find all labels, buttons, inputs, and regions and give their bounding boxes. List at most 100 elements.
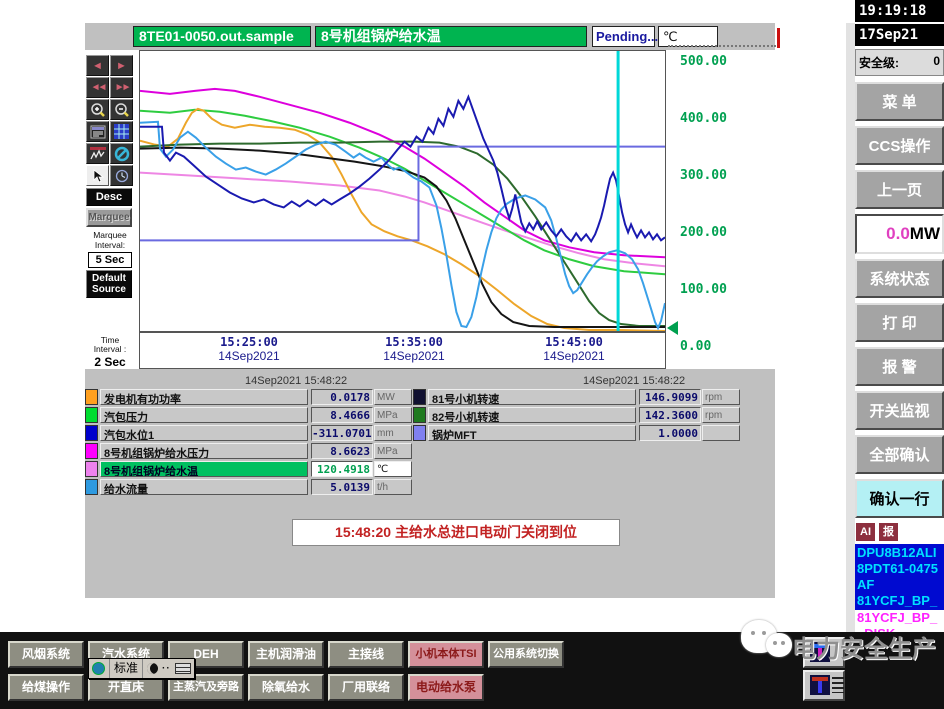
nav-button-r1-4[interactable]: 主接线 — [328, 641, 404, 668]
red-marker — [777, 28, 780, 48]
zoom-out-icon[interactable] — [110, 99, 133, 120]
legend-row[interactable]: 给水流量 5.0139 t/h — [85, 479, 415, 496]
desc-button[interactable]: Desc — [86, 188, 132, 206]
ime-mode-label[interactable]: 标准 — [109, 659, 144, 678]
menu-button-2[interactable]: 上一页 — [855, 170, 944, 209]
right-panel: 19:19:18 17Sep21 安全级: 0 菜 单 CCS操作 上一页 0.0MW… — [855, 0, 944, 709]
legend-row[interactable]: 81号小机转速 146.9099 rpm — [413, 389, 743, 406]
step-back-icon[interactable]: ◄ — [86, 55, 109, 76]
jump-forward-icon[interactable]: ►► — [110, 77, 133, 98]
ime-keyboard-icon[interactable] — [174, 663, 191, 674]
legend-row[interactable]: 8号机组锅炉给水温 120.4918 ℃ — [85, 461, 415, 478]
ime-punct-icon[interactable]: ·· — [162, 663, 171, 674]
nav-button-r1-6[interactable]: 公用系统切换 — [488, 641, 564, 668]
ime-logo-icon[interactable] — [92, 662, 105, 675]
trend-curve-汽包压力 — [140, 108, 665, 276]
legend-color-swatch — [85, 443, 98, 459]
menu-button-8[interactable]: 确认一行 — [855, 479, 944, 518]
monitor-shortcut-button-2[interactable] — [803, 670, 845, 701]
nav-button-r1-0[interactable]: 风烟系统 — [8, 641, 84, 668]
legend-unit: MPa — [374, 443, 412, 459]
security-value: 0 — [933, 54, 940, 68]
x-tick-label: 15:35:00 14Sep2021 — [383, 335, 445, 363]
default-source-button[interactable]: Default Source — [86, 269, 132, 298]
monitor-shortcut-button-1[interactable] — [803, 637, 845, 668]
legend-unit: MW — [374, 389, 412, 405]
security-label: 安全级: — [859, 56, 899, 70]
tag-chip: 报 — [879, 523, 898, 541]
legend-row[interactable]: 8号机组锅炉给水压力 8.6623 MPa — [85, 443, 415, 460]
legend-name[interactable]: 81号小机转速 — [428, 389, 636, 405]
marquee-button[interactable]: Marquee — [86, 208, 132, 227]
nav-button-r1-5[interactable]: 小机本体TSI — [408, 641, 484, 668]
pointer-icon[interactable] — [86, 165, 109, 186]
tag-item[interactable]: 81YCFJ_BP_ — [855, 610, 944, 626]
legend-value: 120.4918 — [311, 461, 373, 477]
trend-icon[interactable] — [86, 143, 109, 164]
grid-icon[interactable] — [110, 121, 133, 142]
tag-item[interactable]: 81YCFJ_BP_ — [857, 593, 944, 609]
ime-fullwidth-icon[interactable] — [147, 663, 159, 674]
report-icon[interactable] — [86, 121, 109, 142]
nav-button-r2-3[interactable]: 除氧给水 — [248, 674, 324, 701]
legend-row[interactable]: 82号小机转速 142.3600 rpm — [413, 407, 743, 424]
legend-name[interactable]: 8号机组锅炉给水压力 — [100, 443, 308, 459]
legend-value: 0.0178 — [311, 389, 373, 405]
legend-name[interactable]: 汽包压力 — [100, 407, 308, 423]
legend-name[interactable]: 锅炉MFT — [428, 425, 636, 441]
trend-plot[interactable] — [139, 50, 666, 332]
nav-button-r2-0[interactable]: 给煤操作 — [8, 674, 84, 701]
tag-name-field[interactable]: 8号机组锅炉给水温 — [315, 26, 587, 47]
time-cursor-icon[interactable] — [110, 165, 133, 186]
tag-item[interactable]: DPU8B12ALI — [857, 545, 944, 561]
trend-curve-8号机组锅炉给水压力 — [140, 87, 665, 259]
menu-button-5[interactable]: 报 警 — [855, 347, 944, 386]
step-forward-icon[interactable]: ► — [110, 55, 133, 76]
legend-color-swatch — [85, 425, 98, 441]
nav-button-r1-3[interactable]: 主机润滑油 — [248, 641, 324, 668]
menu-button-4[interactable]: 打 印 — [855, 303, 944, 342]
menu-button-3[interactable]: 系统状态 — [855, 259, 944, 298]
menu-button-0[interactable]: 菜 单 — [855, 82, 944, 121]
nav-button-r2-4[interactable]: 厂用联络 — [328, 674, 404, 701]
menu-button-1[interactable]: CCS操作 — [855, 126, 944, 165]
ime-toolbar[interactable]: 标准 ·· — [88, 658, 195, 679]
menu-button-6[interactable]: 开关监视 — [855, 391, 944, 430]
clock-date: 17Sep21 — [855, 24, 944, 46]
menu-buttons: 菜 单 CCS操作 上一页 0.0MW 系统状态打 印报 警开关监视 全部确认 确认一行 — [855, 82, 944, 518]
legend-unit — [702, 425, 740, 441]
legend-color-swatch — [413, 389, 426, 405]
legend-name[interactable]: 汽包水位1 — [100, 425, 308, 441]
tag-chip: AI — [856, 523, 875, 541]
unit-field[interactable]: ℃ — [658, 26, 718, 47]
legend-unit: t/h — [374, 479, 412, 495]
legend-row[interactable]: 发电机有功功率 0.0178 MW — [85, 389, 415, 406]
timestamp-right: 14Sep2021 15:48:22 — [583, 375, 686, 387]
legend-name[interactable]: 给水流量 — [100, 479, 308, 495]
zoom-in-icon[interactable] — [86, 99, 109, 120]
nav-button-r2-5[interactable]: 电动给水泵 — [408, 674, 484, 701]
y-tick-label: 400.00 — [680, 111, 727, 126]
alarm-message: 15:48:20 主给水总进口电动门关闭到位 — [292, 519, 620, 546]
legend-row[interactable]: 汽包压力 8.4666 MPa — [85, 407, 415, 424]
legend-name[interactable]: 8号机组锅炉给水温 — [100, 461, 308, 477]
disable-icon[interactable] — [110, 143, 133, 164]
tag-item[interactable]: 8PDT61-0475 — [857, 561, 944, 577]
y-tick-label: 200.00 — [680, 225, 727, 240]
marquee-interval-value[interactable]: 5 Sec — [88, 251, 132, 268]
legend-value: 142.3600 — [639, 407, 701, 423]
panel-divider — [846, 23, 855, 632]
legend-color-swatch — [85, 407, 98, 423]
legend-row[interactable]: 锅炉MFT 1.0000 — [413, 425, 743, 442]
legend-value: -311.0701 — [311, 425, 373, 441]
jump-back-icon[interactable]: ◄◄ — [86, 77, 109, 98]
legend-name[interactable]: 发电机有功功率 — [100, 389, 308, 405]
menu-button-7[interactable]: 全部确认 — [855, 435, 944, 474]
legend-value: 8.4666 — [311, 407, 373, 423]
dcs-trend-screen: 8TE01-0050.out.sample 8号机组锅炉给水温 Pending.… — [0, 0, 944, 709]
legend-row[interactable]: 汽包水位1 -311.0701 mm — [85, 425, 415, 442]
tag-item[interactable]: AF — [857, 577, 944, 593]
y-tick-label: 0.00 — [680, 339, 712, 354]
sample-name-field[interactable]: 8TE01-0050.out.sample — [133, 26, 311, 47]
legend-name[interactable]: 82号小机转速 — [428, 407, 636, 423]
